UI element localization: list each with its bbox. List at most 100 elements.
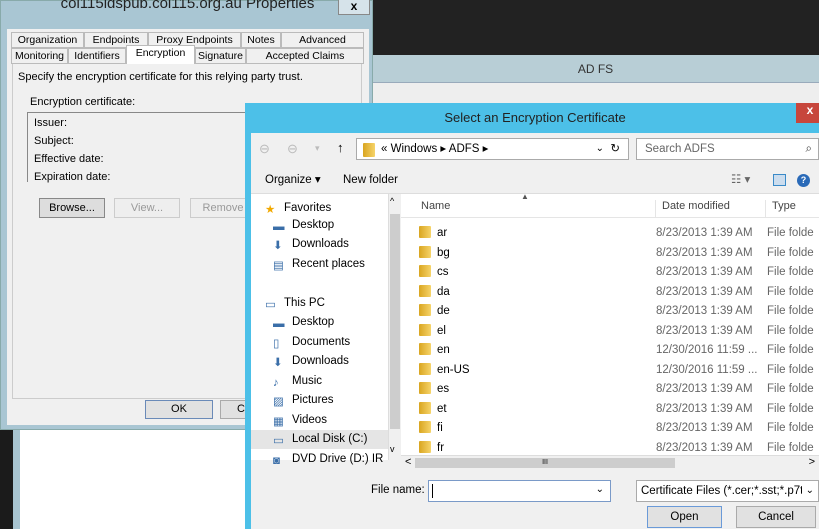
column-type[interactable]: Type <box>765 200 796 218</box>
folder-icon <box>419 343 431 355</box>
file-type-value: Certificate Files (*.cer;*.sst;*.p7t <box>641 485 804 497</box>
tab-organization[interactable]: Organization <box>11 32 84 48</box>
cert-field-label: Issuer: <box>34 117 68 129</box>
folder-icon <box>419 265 431 277</box>
list-item[interactable]: en 12/30/2016 11:59 ... File folde <box>401 341 819 360</box>
file-type-select[interactable]: Certificate Files (*.cer;*.sst;*.p7t ⌄ <box>636 480 819 502</box>
ok-button[interactable]: OK <box>145 400 213 419</box>
list-item[interactable]: el 8/23/2013 1:39 AM File folde <box>401 322 819 341</box>
refresh-icon[interactable]: ↻ <box>610 139 620 159</box>
desktop-icon: ▬ <box>273 318 285 330</box>
file-type: File folde <box>767 344 814 356</box>
nav-item[interactable]: ♪ Music <box>251 372 322 391</box>
nav-item[interactable]: ▬ Desktop <box>251 216 334 235</box>
folder-icon <box>419 226 431 238</box>
chevron-down-icon[interactable]: ⌄ <box>596 484 604 495</box>
file-date: 8/23/2013 1:39 AM <box>656 422 753 434</box>
horizontal-scrollbar[interactable]: < III > <box>401 455 819 470</box>
cert-field-label: Expiration date: <box>34 171 111 183</box>
nav-item[interactable]: ⬇ Downloads <box>251 235 349 254</box>
list-item[interactable]: cs 8/23/2013 1:39 AM File folde <box>401 263 819 282</box>
open-button[interactable]: Open <box>647 506 722 528</box>
search-input[interactable]: Search ADFS ⌕ <box>636 138 819 160</box>
nav-scrollbar[interactable]: ^ v <box>388 194 401 460</box>
list-item[interactable]: da 8/23/2013 1:39 AM File folde <box>401 283 819 302</box>
tab-advanced[interactable]: Advanced <box>281 32 364 48</box>
scroll-thumb[interactable] <box>390 214 400 429</box>
downloads-icon: ⬇ <box>273 240 283 252</box>
address-bar[interactable]: « Windows ▸ ADFS ▸ ⌄ ↻ <box>356 138 629 160</box>
music-icon: ♪ <box>273 376 279 389</box>
up-icon[interactable]: ↑ <box>337 140 344 155</box>
nav-item-label: Recent places <box>292 257 365 270</box>
downloads-icon: ⬇ <box>273 357 283 369</box>
file-name-input[interactable]: ⌄ <box>428 480 611 502</box>
tab-accepted-claims[interactable]: Accepted Claims <box>246 48 364 64</box>
adfs-header: AD FS <box>372 55 819 83</box>
cancel-button[interactable]: Cancel <box>736 506 816 528</box>
list-item[interactable]: fi 8/23/2013 1:39 AM File folde <box>401 419 819 438</box>
file-name: et <box>437 402 447 415</box>
folder-icon <box>419 362 431 375</box>
nav-item-label: Music <box>292 374 323 387</box>
nav-item-label: Downloads <box>292 238 349 250</box>
nav-item[interactable]: ▬ Desktop <box>251 313 334 332</box>
tab-notes[interactable]: Notes <box>241 32 281 48</box>
column-name[interactable]: Name <box>421 200 450 212</box>
chevron-down-icon[interactable]: ⌄ <box>596 139 604 159</box>
forward-icon[interactable]: ⊖ <box>287 141 298 157</box>
column-date[interactable]: Date modified <box>655 200 730 218</box>
preview-pane-icon[interactable] <box>773 174 786 186</box>
back-icon[interactable]: ⊖ <box>259 141 270 157</box>
list-item[interactable]: et 8/23/2013 1:39 AM File folde <box>401 400 819 419</box>
desktop-icon: ▬ <box>273 220 285 233</box>
view-options-icon[interactable]: ☷ ▾ <box>731 166 750 194</box>
scroll-thumb[interactable]: III <box>415 458 675 468</box>
list-item[interactable]: de 8/23/2013 1:39 AM File folde <box>401 302 819 321</box>
list-header: Name ▲ Date modified Type <box>401 192 819 218</box>
folder-icon <box>419 421 431 433</box>
nav-item[interactable]: ▭ This PC <box>251 294 325 313</box>
nav-item-label: Downloads <box>292 355 349 367</box>
list-item[interactable]: ar 8/23/2013 1:39 AM File folde <box>401 224 819 243</box>
nav-item[interactable]: ▤ Recent places <box>251 255 365 274</box>
file-type: File folde <box>767 402 814 415</box>
recent-dropdown-icon[interactable]: ▾ <box>315 143 320 154</box>
view-button[interactable]: View... <box>114 198 180 218</box>
file-date: 8/23/2013 1:39 AM <box>656 266 753 278</box>
file-name: es <box>437 383 450 395</box>
nav-item[interactable]: ▦ Videos <box>251 411 327 430</box>
folder-icon <box>419 304 431 316</box>
sort-ascending-icon: ▲ <box>521 192 529 201</box>
help-icon[interactable]: ? <box>797 174 810 187</box>
properties-title: col115idspub.col115.org.au Properties <box>60 0 315 12</box>
nav-item[interactable]: ▭ Local Disk (C:) <box>251 430 388 449</box>
nav-item[interactable]: ◙ DVD Drive (D:) IR <box>251 450 383 469</box>
tab-encryption[interactable]: Encryption <box>126 45 195 64</box>
list-item[interactable]: en-US 12/30/2016 11:59 ... File folde <box>401 361 819 380</box>
new-folder-button[interactable]: New folder <box>343 166 398 194</box>
select-certificate-dialog: Select an Encryption Certificate x ⊖ ⊖ ▾… <box>245 103 819 529</box>
nav-item[interactable]: ▨ Pictures <box>251 391 334 410</box>
list-item[interactable]: bg 8/23/2013 1:39 AM File folde <box>401 244 819 263</box>
background-pane <box>20 430 245 529</box>
tab-signature[interactable]: Signature <box>195 48 246 64</box>
nav-item-label: Local Disk (C:) <box>292 433 368 445</box>
tab-monitoring[interactable]: Monitoring <box>11 48 68 64</box>
file-name: cs <box>437 266 449 278</box>
nav-item[interactable]: ▯ Documents <box>251 333 350 352</box>
nav-item[interactable]: ⬇ Downloads <box>251 352 349 371</box>
tab-identifiers[interactable]: Identifiers <box>68 48 126 64</box>
list-item[interactable]: es 8/23/2013 1:39 AM File folde <box>401 380 819 399</box>
browse-button[interactable]: Browse... <box>39 198 105 218</box>
folder-icon <box>419 440 431 453</box>
nav-item-label: Desktop <box>292 218 335 231</box>
pictures-icon: ▨ <box>273 396 284 408</box>
file-date: 8/23/2013 1:39 AM <box>656 227 753 239</box>
close-button[interactable]: x <box>796 103 819 123</box>
organize-button[interactable]: Organize ▾ <box>265 166 321 194</box>
dvd-icon: ◙ <box>273 454 280 467</box>
nav-item-label: Favorites <box>284 202 332 214</box>
folder-icon <box>419 323 431 336</box>
close-button[interactable]: x <box>338 0 370 15</box>
